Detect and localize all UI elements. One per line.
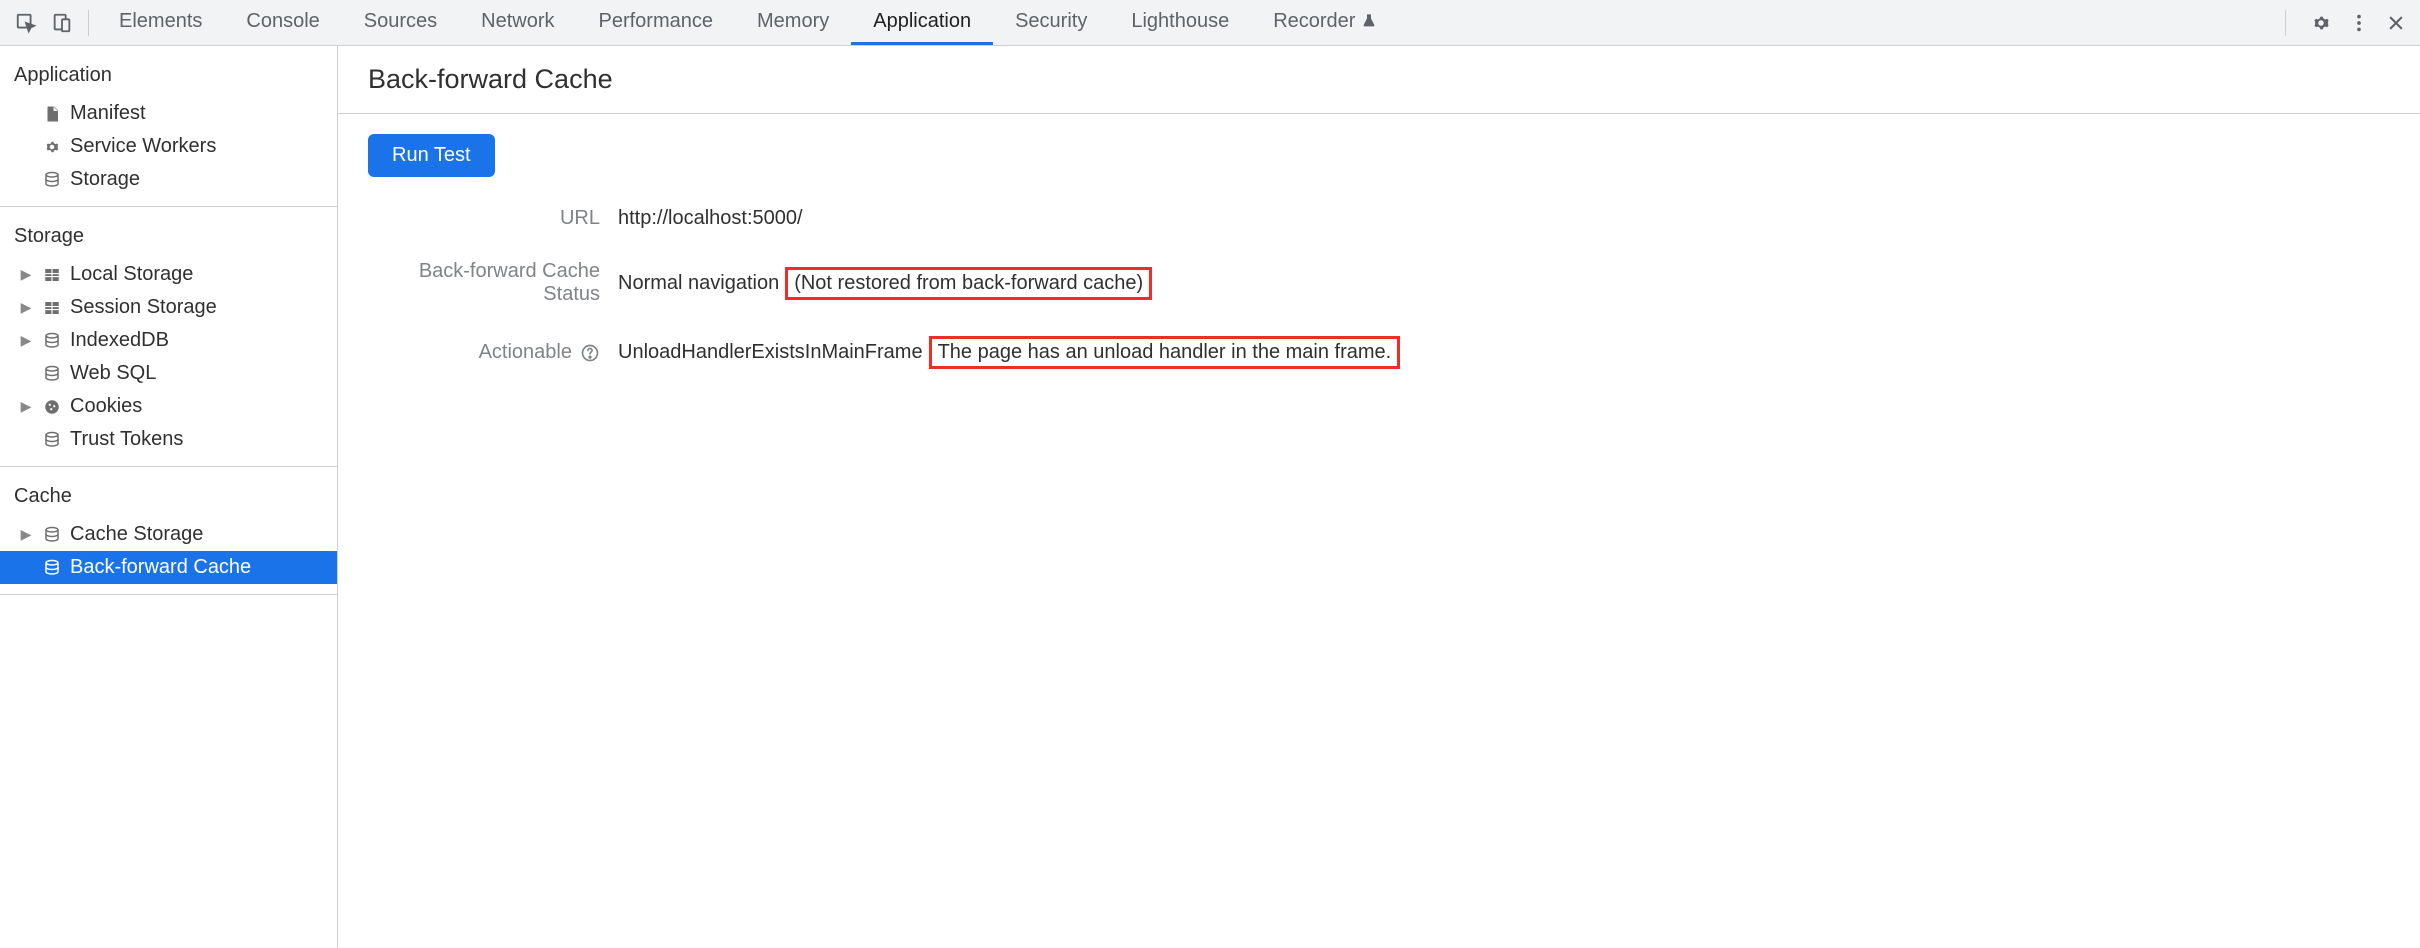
- chevron-right-icon: ▶: [18, 398, 34, 415]
- sidebar-item-indexeddb[interactable]: ▶ IndexedDB: [0, 324, 337, 357]
- table-icon: [40, 266, 64, 284]
- help-icon[interactable]: [580, 343, 600, 363]
- chevron-right-icon: ▶: [18, 332, 34, 349]
- sidebar-item-bfcache[interactable]: ▶ Back-forward Cache: [0, 551, 337, 584]
- tab-application[interactable]: Application: [851, 0, 993, 45]
- sidebar-item-label: Manifest: [70, 102, 146, 125]
- status-annotation: (Not restored from back-forward cache): [785, 267, 1152, 300]
- tab-security[interactable]: Security: [993, 0, 1109, 45]
- tab-elements[interactable]: Elements: [97, 0, 224, 45]
- devtools-toolbar: Elements Console Sources Network Perform…: [0, 0, 2420, 46]
- row-actionable: Actionable UnloadHandlerExistsInMainFram…: [368, 336, 2390, 369]
- toolbar-left: [8, 5, 97, 41]
- status-text: Normal navigation: [618, 272, 779, 295]
- status-label: Back-forward Cache Status: [368, 260, 618, 306]
- sidebar-item-label: Service Workers: [70, 135, 216, 158]
- sidebar-item-cache-storage[interactable]: ▶ Cache Storage: [0, 518, 337, 551]
- run-test-button[interactable]: Run Test: [368, 134, 495, 177]
- table-icon: [40, 299, 64, 317]
- sidebar-item-websql[interactable]: ▶ Web SQL: [0, 357, 337, 390]
- sidebar-item-storage[interactable]: ▶ Storage: [0, 163, 337, 196]
- sidebar-item-label: Local Storage: [70, 263, 193, 286]
- sidebar-item-manifest[interactable]: ▶ Manifest: [0, 97, 337, 130]
- cookie-icon: [40, 398, 64, 416]
- row-url: URL http://localhost:5000/: [368, 207, 2390, 230]
- database-icon: [40, 526, 64, 544]
- page-title: Back-forward Cache: [338, 46, 2420, 113]
- database-icon: [40, 559, 64, 577]
- inspect-icon[interactable]: [8, 5, 44, 41]
- chevron-right-icon: ▶: [18, 266, 34, 283]
- devtools-tabs: Elements Console Sources Network Perform…: [97, 0, 2277, 45]
- url-label: URL: [368, 207, 618, 230]
- sidebar-item-session-storage[interactable]: ▶ Session Storage: [0, 291, 337, 324]
- sidebar-item-label: Back-forward Cache: [70, 556, 251, 579]
- tab-memory[interactable]: Memory: [735, 0, 851, 45]
- close-icon[interactable]: [2386, 13, 2406, 33]
- settings-icon[interactable]: [2310, 12, 2332, 34]
- sidebar-item-label: Storage: [70, 168, 140, 191]
- main-body: Run Test URL http://localhost:5000/ Back…: [338, 114, 2420, 389]
- sidebar-item-cookies[interactable]: ▶ Cookies: [0, 390, 337, 423]
- database-icon: [40, 332, 64, 350]
- database-icon: [40, 365, 64, 383]
- sidebar-item-label: Trust Tokens: [70, 428, 183, 451]
- actionable-code: UnloadHandlerExistsInMainFrame: [618, 341, 923, 364]
- sidebar-item-label: Cache Storage: [70, 523, 203, 546]
- sidebar-section-cache: Cache ▶ Cache Storage ▶ Back-forward Cac…: [0, 467, 337, 595]
- tab-console[interactable]: Console: [224, 0, 341, 45]
- more-icon[interactable]: [2348, 12, 2370, 34]
- sidebar-section-storage: Storage ▶ Local Storage ▶ Session Storag…: [0, 207, 337, 467]
- flask-icon: [1361, 13, 1377, 29]
- sidebar: Application ▶ Manifest ▶ Service Workers…: [0, 46, 338, 948]
- content: Application ▶ Manifest ▶ Service Workers…: [0, 46, 2420, 948]
- sidebar-item-label: IndexedDB: [70, 329, 169, 352]
- sidebar-item-label: Web SQL: [70, 362, 156, 385]
- document-icon: [40, 105, 64, 123]
- sidebar-item-service-workers[interactable]: ▶ Service Workers: [0, 130, 337, 163]
- section-title: Application: [0, 56, 337, 97]
- chevron-right-icon: ▶: [18, 526, 34, 543]
- database-icon: [40, 171, 64, 189]
- url-value: http://localhost:5000/: [618, 207, 803, 230]
- tab-sources[interactable]: Sources: [342, 0, 459, 45]
- device-toggle-icon[interactable]: [44, 5, 80, 41]
- actionable-annotation: The page has an unload handler in the ma…: [929, 336, 1401, 369]
- section-title: Cache: [0, 477, 337, 518]
- tab-lighthouse[interactable]: Lighthouse: [1109, 0, 1251, 45]
- section-title: Storage: [0, 217, 337, 258]
- chevron-right-icon: ▶: [18, 299, 34, 316]
- sidebar-item-trust-tokens[interactable]: ▶ Trust Tokens: [0, 423, 337, 456]
- tab-performance[interactable]: Performance: [577, 0, 736, 45]
- status-value: Normal navigation (Not restored from bac…: [618, 267, 1152, 300]
- database-icon: [40, 431, 64, 449]
- row-status: Back-forward Cache Status Normal navigat…: [368, 260, 2390, 306]
- sidebar-item-label: Cookies: [70, 395, 142, 418]
- toolbar-divider: [88, 10, 89, 36]
- sidebar-item-local-storage[interactable]: ▶ Local Storage: [0, 258, 337, 291]
- sidebar-section-application: Application ▶ Manifest ▶ Service Workers…: [0, 46, 337, 207]
- tab-recorder[interactable]: Recorder: [1251, 0, 1399, 45]
- sidebar-item-label: Session Storage: [70, 296, 217, 319]
- toolbar-divider: [2285, 10, 2286, 36]
- actionable-value: UnloadHandlerExistsInMainFrame The page …: [618, 336, 1400, 369]
- tab-network[interactable]: Network: [459, 0, 576, 45]
- gear-icon: [40, 138, 64, 156]
- actionable-label: Actionable: [368, 341, 618, 364]
- toolbar-right: [2277, 10, 2412, 36]
- main-panel: Back-forward Cache Run Test URL http://l…: [338, 46, 2420, 948]
